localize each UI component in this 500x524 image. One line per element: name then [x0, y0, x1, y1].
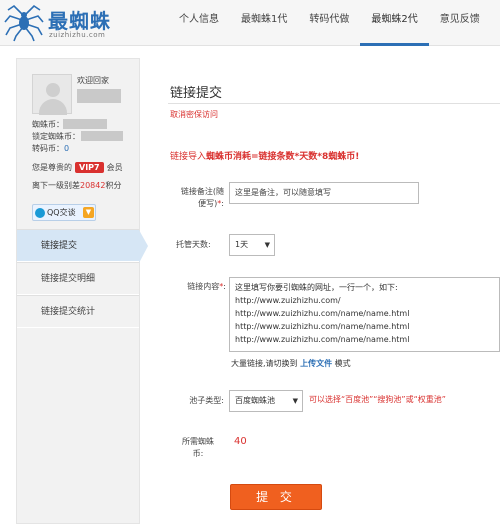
code-coins-line: 转码币：0	[32, 143, 69, 154]
locked-coins-line: 锁定蜘蛛币：	[32, 131, 80, 142]
cost-label: 所需蜘蛛 币:	[176, 436, 220, 460]
nav-transcode[interactable]: 转码代做	[298, 0, 360, 46]
coins-redacted	[63, 119, 107, 129]
level-points: 20842	[80, 181, 106, 190]
dropdown-arrow-icon: ▼	[264, 241, 270, 249]
sidebar-item-link-submit[interactable]: 链接提交	[17, 229, 148, 263]
page-title: 链接提交	[170, 86, 223, 101]
welcome-text: 欢迎回家	[77, 76, 109, 85]
logo-domain: zuizhizhu.com	[49, 31, 106, 39]
nav-spider-v2[interactable]: 最蜘蛛2代	[360, 0, 429, 46]
qq-chat-label: QQ交谈	[47, 208, 76, 217]
sidebar-item-link-details[interactable]: 链接提交明细	[17, 262, 139, 295]
code-coins-value: 0	[64, 144, 70, 153]
chevron-down-icon: ▼	[83, 207, 94, 218]
qq-chat-button[interactable]: QQ交谈 ▼	[32, 204, 96, 221]
avatar-body	[39, 99, 67, 115]
sidebar-item-link-stats[interactable]: 链接提交统计	[17, 295, 139, 328]
notice-prefix: 链接导入	[170, 152, 207, 162]
remark-input[interactable]: 这里是备注，可以随意填写	[229, 182, 419, 204]
pool-type-hint: 可以选择“百度池”“搜狗池”或“权重池”	[309, 395, 446, 404]
vip-suffix: 会员	[106, 163, 123, 172]
avatar	[32, 74, 72, 115]
content-label-text: 链接内容	[187, 282, 220, 291]
batch-prefix: 大量链接,请切换到	[231, 359, 298, 368]
username-redacted	[77, 89, 121, 103]
avatar-head	[46, 83, 60, 97]
cost-label-line2: 币:	[192, 449, 204, 458]
title-divider	[168, 103, 500, 104]
level-progress: 离下一级别差20842积分	[32, 180, 121, 191]
level-suffix: 积分	[105, 181, 122, 190]
required-mark: *	[217, 199, 222, 208]
days-select[interactable]: 1天 ▼	[229, 234, 275, 256]
nav-feedback[interactable]: 意见反馈	[429, 0, 491, 46]
pool-label: 池子类型:	[168, 395, 224, 407]
top-header: 最蜘蛛 zuizhizhu.com 个人信息 最蜘蛛1代 转码代做 最蜘蛛2代 …	[0, 0, 500, 46]
upload-file-link[interactable]: 上传文件	[300, 359, 332, 368]
cancel-security-link[interactable]: 取消密保访问	[170, 109, 218, 120]
nav-personal-info[interactable]: 个人信息	[168, 0, 230, 46]
cost-label-line1: 所需蜘蛛	[182, 437, 214, 446]
side-menu: 链接提交 链接提交明细 链接提交统计	[17, 229, 148, 328]
required-mark: *	[219, 282, 224, 291]
sidebar: 欢迎回家 蜘蛛币： 锁定蜘蛛币： 转码币：0 您是尊贵的 VIP7 会员 离下一级别…	[16, 58, 148, 524]
locked-coins-label: 锁定蜘蛛币：	[32, 132, 80, 141]
remark-label-line2: 便写)	[198, 199, 218, 208]
days-label: 托管天数:	[170, 239, 226, 251]
qq-icon	[35, 208, 45, 218]
pool-type-select[interactable]: 百度蜘蛛池 ▼	[229, 390, 303, 412]
days-label-text: 托管天数:	[176, 240, 211, 249]
remark-label: 链接备注(随 便写)*:	[168, 186, 224, 210]
coins-line: 蜘蛛币：	[32, 119, 64, 130]
main-nav: 个人信息 最蜘蛛1代 转码代做 最蜘蛛2代 意见反馈	[168, 0, 491, 46]
nav-spider-v1[interactable]: 最蜘蛛1代	[230, 0, 298, 46]
pool-select-value: 百度蜘蛛池	[235, 396, 275, 405]
vip-status: 您是尊贵的 VIP7 会员	[32, 162, 123, 173]
content-label: 链接内容*:	[187, 282, 226, 291]
submit-button[interactable]: 提 交	[230, 484, 322, 510]
link-content-textarea[interactable]: 这里填写你要引蜘蛛的网址，一行一个，如下: http://www.zuizhiz…	[229, 277, 500, 352]
days-select-value: 1天	[235, 240, 249, 249]
batch-upload-hint: 大量链接,请切换到 上传文件 模式	[231, 358, 351, 369]
coins-label: 蜘蛛币：	[32, 120, 64, 129]
batch-suffix: 模式	[334, 359, 351, 368]
pool-label-text: 池子类型:	[189, 396, 224, 405]
dropdown-arrow-icon: ▼	[292, 397, 298, 405]
locked-coins-redacted	[81, 131, 123, 141]
logo-text: 最蜘蛛	[48, 9, 111, 33]
notice-formula: 蜘蛛币消耗=链接条数*天数*8蜘蛛币!	[206, 152, 360, 162]
remark-label-line1: 链接备注(随	[180, 187, 224, 196]
vip-badge: VIP7	[75, 162, 104, 173]
spider-logo-icon	[4, 4, 44, 42]
site-logo[interactable]: 最蜘蛛 zuizhizhu.com	[4, 2, 144, 42]
vip-prefix: 您是尊贵的	[32, 163, 72, 172]
cost-notice: 链接导入蜘蛛币消耗=链接条数*天数*8蜘蛛币!	[170, 149, 359, 162]
level-prefix: 离下一级别差	[32, 181, 80, 190]
code-coins-label: 转码币：	[32, 144, 64, 153]
cost-value: 40	[234, 436, 247, 447]
